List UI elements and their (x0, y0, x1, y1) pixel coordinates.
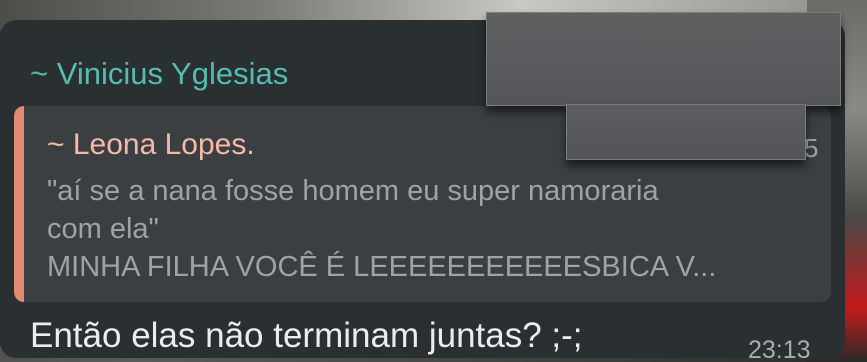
quoted-line: com ela" (47, 213, 159, 245)
quoted-text: "aí se a nana fosse homem eu super namor… (47, 172, 807, 286)
redaction-box (486, 12, 841, 106)
message-text: Então elas não terminam juntas? ;-; (30, 316, 583, 355)
redaction-box (566, 104, 806, 160)
quoted-date-fragment: 5 (804, 133, 819, 163)
quote-accent-bar (14, 106, 24, 302)
quoted-line: MINHA FILHA VOCÊ É LEEEEEEEEEEESBICA V..… (47, 251, 717, 283)
sender-name[interactable]: ~ Vinicius Yglesias (30, 56, 288, 92)
message-timestamp: 23:13 (748, 336, 811, 362)
quoted-line: "aí se a nana fosse homem eu super namor… (47, 175, 659, 207)
chat-screenshot: ~ Vinicius Yglesias ~ Leona Lopes. 5 "aí… (0, 0, 867, 362)
quoted-author: ~ Leona Lopes. (47, 128, 255, 161)
